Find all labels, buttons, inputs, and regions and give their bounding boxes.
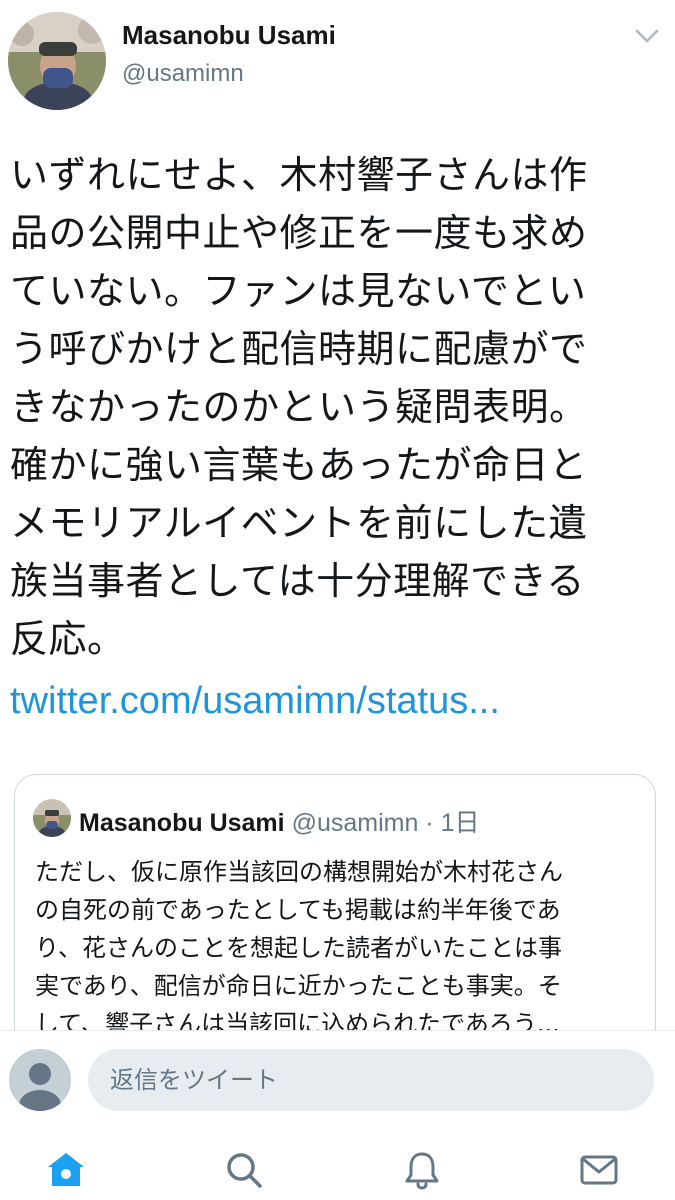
tweet-text: いずれにせよ、木村響子さんは作 品の公開中止や修正を一度も求め ていない。ファン… (10, 153, 588, 661)
reply-input[interactable]: 返信をツイート (88, 1049, 654, 1111)
quoted-author-name: Masanobu Usami (79, 809, 285, 837)
chevron-down-icon[interactable] (632, 24, 662, 48)
quoted-author-meta: @usamimn · 1日 (291, 809, 480, 837)
search-icon[interactable] (222, 1148, 266, 1192)
quoted-tweet-header: Masanobu Usami @usamimn · 1日 (79, 803, 479, 839)
quoted-author-avatar (33, 799, 71, 837)
author-name[interactable]: Masanobu Usami (122, 20, 336, 51)
author-handle[interactable]: @usamimn (122, 60, 244, 88)
bottom-tab-bar (0, 1136, 675, 1200)
home-icon[interactable] (44, 1148, 88, 1192)
notifications-icon[interactable] (400, 1148, 444, 1192)
tweet-link[interactable]: twitter.com/usamimn/status... (10, 680, 500, 723)
user-avatar[interactable] (9, 1049, 71, 1111)
messages-icon[interactable] (577, 1148, 621, 1192)
quoted-tweet-text: ただし、仮に原作当該回の構想開始が木村花さん の自死の前であったとしても掲載は約… (35, 858, 563, 1038)
reply-composer: 返信をツイート (0, 1030, 675, 1131)
author-avatar[interactable] (8, 12, 106, 110)
